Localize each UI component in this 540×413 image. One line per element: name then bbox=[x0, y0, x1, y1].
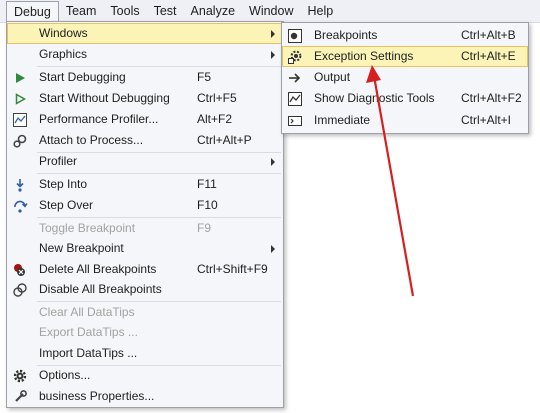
menu-item-label: Disable All Breakpoints bbox=[39, 282, 162, 296]
menu-item-shortcut: Ctrl+Alt+B bbox=[461, 28, 516, 42]
windows-submenu: Breakpoints Ctrl+Alt+B Exception Setting… bbox=[281, 22, 529, 134]
menu-item-label: Options... bbox=[39, 368, 91, 382]
debug-menu: Windows Graphics Start Debugging F5 Star… bbox=[6, 21, 284, 408]
menu-team[interactable]: Team bbox=[59, 1, 104, 21]
menu-analyze[interactable]: Analyze bbox=[184, 1, 242, 21]
menu-item-immediate[interactable]: Immediate Ctrl+Alt+I bbox=[282, 110, 528, 131]
menu-item-shortcut: Ctrl+Shift+F9 bbox=[197, 262, 268, 276]
wrench-icon bbox=[12, 389, 28, 405]
menu-item-business-properties[interactable]: business Properties... bbox=[7, 386, 283, 407]
menu-item-toggle-breakpoint[interactable]: Toggle Breakpoint F9 bbox=[7, 218, 283, 239]
gears-icon bbox=[12, 133, 28, 149]
menu-item-shortcut: F9 bbox=[197, 221, 212, 235]
menu-item-label: Immediate bbox=[314, 113, 371, 127]
play-icon bbox=[12, 70, 28, 86]
menu-item-breakpoints[interactable]: Breakpoints Ctrl+Alt+B bbox=[282, 25, 528, 46]
menu-item-label: Delete All Breakpoints bbox=[39, 262, 157, 276]
menu-bar: Debug Team Tools Test Analyze Window Hel… bbox=[0, 0, 540, 23]
menu-item-label: Performance Profiler... bbox=[39, 112, 159, 126]
submenu-arrow-icon bbox=[271, 30, 275, 38]
menu-item-new-breakpoint[interactable]: New Breakpoint bbox=[7, 238, 283, 259]
play-outline-icon bbox=[12, 91, 28, 107]
menu-item-import-datatips[interactable]: Import DataTips ... bbox=[7, 343, 283, 364]
menu-item-shortcut: Ctrl+F5 bbox=[197, 91, 237, 105]
disable-breakpoints-icon bbox=[12, 282, 28, 298]
submenu-arrow-icon bbox=[271, 158, 275, 166]
menu-item-delete-all-breakpoints[interactable]: Delete All Breakpoints Ctrl+Shift+F9 bbox=[7, 259, 283, 280]
menu-item-label: Attach to Process... bbox=[39, 133, 144, 147]
menu-item-label: Show Diagnostic Tools bbox=[314, 91, 435, 105]
menu-item-output[interactable]: Output bbox=[282, 67, 528, 88]
diagnostic-tools-icon bbox=[287, 91, 303, 107]
menu-item-show-diagnostic-tools[interactable]: Show Diagnostic Tools Ctrl+Alt+F2 bbox=[282, 88, 528, 109]
menu-item-start-without-debugging[interactable]: Start Without Debugging Ctrl+F5 bbox=[7, 88, 283, 109]
menu-tools[interactable]: Tools bbox=[103, 1, 146, 21]
menu-debug[interactable]: Debug bbox=[6, 0, 59, 23]
menu-item-label: Toggle Breakpoint bbox=[39, 221, 136, 235]
menu-item-label: Windows bbox=[39, 26, 88, 40]
gear-icon bbox=[12, 368, 28, 384]
menu-item-shortcut: Ctrl+Alt+E bbox=[461, 49, 516, 63]
exception-settings-icon bbox=[287, 49, 303, 65]
menu-item-label: Export DataTips ... bbox=[39, 325, 138, 339]
menu-item-windows[interactable]: Windows bbox=[7, 23, 283, 44]
submenu-arrow-icon bbox=[271, 245, 275, 253]
delete-breakpoints-icon bbox=[12, 262, 28, 278]
menu-item-profiler[interactable]: Profiler bbox=[7, 151, 283, 172]
menu-item-exception-settings[interactable]: Exception Settings Ctrl+Alt+E bbox=[282, 46, 528, 67]
menu-item-disable-all-breakpoints[interactable]: Disable All Breakpoints bbox=[7, 279, 283, 300]
output-arrow-icon bbox=[287, 70, 303, 86]
menu-item-clear-all-datatips[interactable]: Clear All DataTips bbox=[7, 302, 283, 323]
menu-item-shortcut: F5 bbox=[197, 70, 212, 84]
menu-item-label: Exception Settings bbox=[314, 49, 414, 63]
menu-item-shortcut: Alt+F2 bbox=[197, 112, 233, 126]
menu-item-graphics[interactable]: Graphics bbox=[7, 44, 283, 65]
step-over-icon bbox=[12, 198, 28, 214]
menu-item-export-datatips[interactable]: Export DataTips ... bbox=[7, 322, 283, 343]
profiler-chart-icon bbox=[12, 112, 28, 128]
menu-item-label: Start Without Debugging bbox=[39, 91, 170, 105]
immediate-window-icon bbox=[287, 113, 303, 129]
menu-item-shortcut: F11 bbox=[197, 177, 217, 191]
menu-item-label: Graphics bbox=[39, 47, 88, 61]
breakpoints-window-icon bbox=[287, 28, 303, 44]
menu-item-label: Clear All DataTips bbox=[39, 305, 135, 319]
menu-item-start-debugging[interactable]: Start Debugging F5 bbox=[7, 67, 283, 88]
menu-item-label: Start Debugging bbox=[39, 70, 126, 84]
menu-item-label: Profiler bbox=[39, 154, 78, 168]
submenu-arrow-icon bbox=[271, 51, 275, 59]
menu-item-label: Step Into bbox=[39, 177, 88, 191]
menu-item-shortcut: Ctrl+Alt+P bbox=[197, 133, 252, 147]
step-into-icon bbox=[12, 177, 28, 193]
menu-item-step-over[interactable]: Step Over F10 bbox=[7, 195, 283, 216]
menu-window[interactable]: Window bbox=[242, 1, 300, 21]
menu-item-performance-profiler[interactable]: Performance Profiler... Alt+F2 bbox=[7, 109, 283, 130]
menu-help[interactable]: Help bbox=[301, 1, 341, 21]
menu-item-attach-to-process[interactable]: Attach to Process... Ctrl+Alt+P bbox=[7, 130, 283, 151]
menu-item-label: New Breakpoint bbox=[39, 241, 124, 255]
menu-item-step-into[interactable]: Step Into F11 bbox=[7, 174, 283, 195]
menu-item-label: Breakpoints bbox=[314, 28, 378, 42]
menu-item-label: Output bbox=[314, 70, 351, 84]
menu-item-shortcut: Ctrl+Alt+F2 bbox=[461, 91, 522, 105]
menu-test[interactable]: Test bbox=[147, 1, 184, 21]
menu-item-label: Step Over bbox=[39, 198, 94, 212]
menu-item-label: business Properties... bbox=[39, 389, 155, 403]
menu-item-shortcut: F10 bbox=[197, 198, 218, 212]
menu-item-options[interactable]: Options... bbox=[7, 365, 283, 386]
menu-item-label: Import DataTips ... bbox=[39, 346, 138, 360]
menu-item-shortcut: Ctrl+Alt+I bbox=[461, 113, 512, 127]
